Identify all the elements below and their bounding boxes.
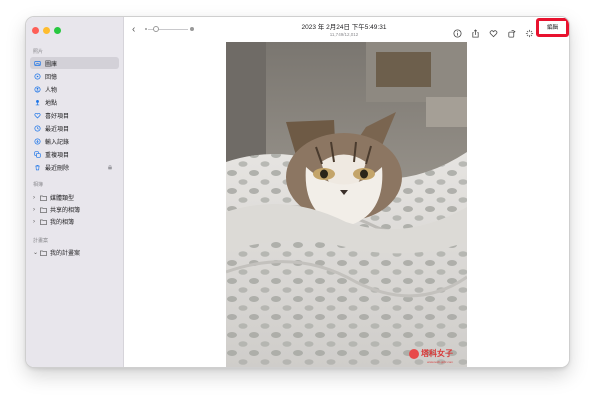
sidebar-group-my-projects[interactable]: ⌄ 我的計畫案	[30, 247, 119, 258]
info-icon[interactable]	[453, 25, 462, 38]
sidebar-group-my-albums[interactable]: › 我的相簿	[30, 216, 119, 227]
chevron-right-icon[interactable]: ›	[33, 219, 38, 225]
close-window-button[interactable]	[32, 27, 39, 34]
sidebar-item-recently-deleted[interactable]: 最近刪除	[30, 161, 119, 173]
watermark-text: 塔科女子	[421, 349, 453, 358]
sidebar-item-label: 重複項目	[45, 152, 70, 159]
sidebar-item-label: 喜好項目	[45, 113, 70, 120]
zoom-slider-handle[interactable]	[153, 26, 159, 32]
sidebar-group-label: 我的計畫案	[50, 251, 81, 257]
sidebar-item-recents[interactable]: 最近項目	[30, 122, 119, 134]
import-icon	[34, 137, 41, 145]
section-title-projects: 計畫案	[33, 238, 49, 244]
sidebar-item-label: 圖庫	[45, 61, 58, 68]
share-icon[interactable]	[471, 25, 480, 38]
section-title-photos: 照片	[33, 49, 44, 55]
trash-icon	[34, 164, 41, 171]
chevron-right-icon[interactable]: ›	[33, 195, 38, 201]
watermark-url: www.tech-girlz.com	[427, 360, 453, 364]
sidebar-item-label: 輸入記錄	[45, 139, 70, 146]
clock-icon	[34, 124, 41, 132]
sidebar-group-shared-albums[interactable]: › 共享的相簿	[30, 204, 119, 215]
heart-icon[interactable]	[489, 25, 498, 38]
sidebar-item-label: 地點	[45, 100, 58, 107]
enhance-icon[interactable]	[525, 25, 534, 38]
places-icon	[34, 99, 41, 106]
photo-library-icon	[34, 60, 41, 67]
photo-counter: 11,749/12,012	[329, 32, 359, 37]
chevron-right-icon[interactable]: ›	[33, 207, 38, 213]
sidebar-item-label: 最近項目	[45, 126, 70, 133]
photos-window: 照片 圖庫 回憶 人物 地點 喜好項目 最近項目 輸入記錄 重複項目 最近刪除 …	[26, 17, 569, 367]
photo-viewer[interactable]: 塔科女子 www.tech-girlz.com	[226, 42, 467, 367]
sidebar-group-media-types[interactable]: › 媒體類型	[30, 192, 119, 203]
sidebar-item-imports[interactable]: 輸入記錄	[30, 135, 119, 147]
duplicates-icon	[34, 150, 41, 158]
sidebar-group-label: 我的相簿	[50, 220, 75, 226]
section-title-albums: 相簿	[33, 182, 44, 188]
main-content: ‹ 2023 年 2月24日 下午5:49:31 11,749/12,012 編…	[124, 17, 569, 367]
people-icon	[34, 85, 41, 93]
cat-photo	[226, 42, 467, 367]
folder-icon	[40, 219, 47, 225]
minimize-window-button[interactable]	[43, 27, 50, 34]
toolbar: ‹ 2023 年 2月24日 下午5:49:31 11,749/12,012 編…	[124, 17, 569, 42]
rotate-icon[interactable]	[507, 25, 516, 38]
sidebar-group-label: 共享的相簿	[50, 208, 81, 214]
back-button[interactable]: ‹	[132, 24, 135, 35]
heart-icon	[34, 112, 41, 119]
memories-icon	[34, 72, 41, 80]
zoom-out-icon	[145, 28, 147, 30]
sidebar: 照片 圖庫 回憶 人物 地點 喜好項目 最近項目 輸入記錄 重複項目 最近刪除 …	[26, 17, 124, 367]
edit-button[interactable]: 編輯	[543, 24, 562, 32]
photo-date-title: 2023 年 2月24日 下午5:49:31	[301, 24, 387, 31]
sidebar-item-label: 人物	[45, 87, 58, 94]
sidebar-item-places[interactable]: 地點	[30, 96, 119, 108]
sidebar-item-favorites[interactable]: 喜好項目	[30, 109, 119, 121]
lock-icon	[107, 164, 113, 170]
photo-info-header: 2023 年 2月24日 下午5:49:31 11,749/12,012	[274, 21, 414, 37]
zoom-in-icon	[190, 27, 194, 31]
sidebar-item-people[interactable]: 人物	[30, 83, 119, 95]
sidebar-item-duplicates[interactable]: 重複項目	[30, 148, 119, 160]
chevron-down-icon[interactable]: ⌄	[33, 249, 38, 256]
sidebar-item-library[interactable]: 圖庫	[30, 57, 119, 69]
folder-icon	[40, 250, 47, 256]
watermark-logo-icon	[409, 348, 419, 359]
edit-button-highlight: 編輯	[536, 18, 569, 37]
window-controls	[32, 27, 61, 34]
sidebar-item-memories[interactable]: 回憶	[30, 70, 119, 82]
folder-icon	[40, 207, 47, 213]
sidebar-item-label: 回憶	[45, 74, 58, 81]
folder-icon	[40, 195, 47, 201]
watermark: 塔科女子	[409, 348, 453, 359]
zoom-window-button[interactable]	[54, 27, 61, 34]
sidebar-group-label: 媒體類型	[50, 196, 75, 202]
sidebar-item-label: 最近刪除	[45, 165, 70, 172]
